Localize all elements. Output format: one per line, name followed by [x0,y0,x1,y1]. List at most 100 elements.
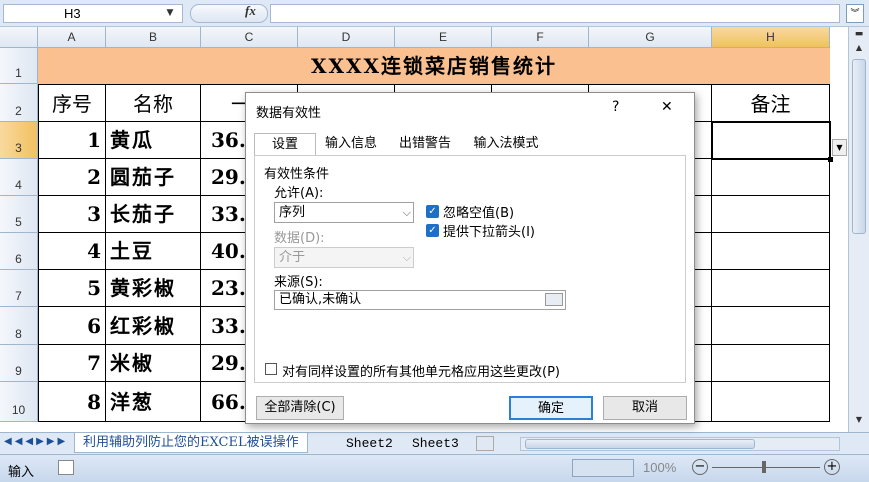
zoom-out-icon[interactable]: − [692,459,708,475]
zoom-slider[interactable] [712,467,820,468]
title-cell[interactable]: XXXX连锁菜店销售统计 [38,48,830,84]
tab-ime-mode[interactable]: 输入法模式 [464,133,548,155]
formula-input[interactable] [270,4,840,23]
fill-handle[interactable] [828,157,833,162]
zoom-in-icon[interactable]: + [824,459,840,475]
cell-seq[interactable]: 5 [38,270,106,307]
allow-label: 允许(A): [274,186,324,201]
cell[interactable] [712,233,830,270]
insert-sheet-icon[interactable] [476,436,494,451]
ignore-blank-checkbox[interactable]: ✓ [426,205,439,218]
chevron-down-icon[interactable]: ⌵ [403,203,411,222]
zoom-slider-thumb[interactable] [762,461,766,473]
cancel-button[interactable]: 取消 [603,396,687,420]
scroll-up-icon[interactable]: ▲ [851,43,867,57]
row-header-8[interactable]: 8 [0,307,38,345]
source-input[interactable]: 已确认,未确认 [274,290,566,310]
row-header-7[interactable]: 7 [0,270,38,307]
macro-record-icon[interactable] [58,460,74,475]
dropdown-checkbox[interactable]: ✓ [426,224,439,237]
row-header-6[interactable]: 6 [0,233,38,270]
horizontal-scroll-thumb[interactable] [525,439,755,449]
tab-settings[interactable]: 设置 [254,133,316,156]
apply-all-checkbox[interactable] [265,363,277,375]
close-icon[interactable]: ✕ [661,99,673,115]
source-input-value: 已确认,未确认 [279,292,362,307]
row-header-1[interactable]: 1 [0,48,38,84]
expand-formula-bar-button[interactable]: ︾ [846,4,864,23]
column-header-f[interactable]: F [492,27,589,48]
data-label: 数据(D): [274,231,325,246]
row-header-3[interactable]: 3 [0,122,38,159]
data-validation-dialog: 数据有效性 ? ✕ 设置 输入信息 出错警告 输入法模式 有效性条件 允许(A)… [245,92,695,424]
zoom-level[interactable]: 100% [643,460,676,475]
row-header-10[interactable]: 10 [0,382,38,422]
row-header-2[interactable]: 2 [0,84,38,122]
vertical-scroll-thumb[interactable] [852,59,866,234]
row-header-5[interactable]: 5 [0,196,38,233]
cell[interactable] [712,270,830,307]
help-button[interactable]: ? [612,99,619,115]
column-header-b[interactable]: B [106,27,201,48]
column-header-a[interactable]: A [38,27,106,48]
chevron-down-icon[interactable]: ⌵ [403,248,411,267]
cell-seq[interactable]: 8 [38,382,106,422]
cell-name[interactable]: 黄彩椒 [106,270,201,307]
sheet-tab-3[interactable]: Sheet3 [406,435,465,453]
header-notes[interactable]: 备注 [712,84,830,122]
sheet-nav-arrows-icon[interactable]: ◀◀◀▶▶▶ [4,436,74,452]
cell-seq[interactable]: 2 [38,159,106,196]
clear-all-button[interactable]: 全部清除(C) [256,396,344,420]
tab-error-alert[interactable]: 出错警告 [390,133,460,155]
name-box-dropdown-icon[interactable]: ▼ [163,4,177,23]
allow-select[interactable]: 序列 ⌵ [274,202,414,223]
cell-seq[interactable]: 4 [38,233,106,270]
view-buttons-icon[interactable] [572,459,634,477]
row-header-4[interactable]: 4 [0,159,38,196]
collapse-range-icon[interactable] [545,293,563,306]
row-header-9[interactable]: 9 [0,345,38,382]
sheet-tab-bar: ◀◀◀▶▶▶ 利用辅助列防止您的EXCEL被误操作 Sheet2 Sheet3 [0,432,869,454]
validation-dropdown-arrow-icon[interactable]: ▼ [832,139,847,156]
data-select[interactable]: 介于 ⌵ [274,247,414,268]
cell-seq[interactable]: 1 [38,122,106,159]
cell-name[interactable]: 洋葱 [106,382,201,422]
cell-name[interactable]: 红彩椒 [106,307,201,345]
criteria-label: 有效性条件 [264,167,330,182]
name-box[interactable]: H3 [3,4,183,23]
column-header-g[interactable]: G [589,27,712,48]
ok-button[interactable]: 确定 [509,396,593,420]
dialog-title: 数据有效性 [256,106,322,121]
header-seq[interactable]: 序号 [38,84,106,122]
cell-name[interactable]: 米椒 [106,345,201,382]
column-header-d[interactable]: D [298,27,395,48]
cell-seq[interactable]: 6 [38,307,106,345]
tab-input-message[interactable]: 输入信息 [316,133,386,155]
active-cell-h3[interactable] [711,121,831,160]
cell-name[interactable]: 长茄子 [106,196,201,233]
cell[interactable] [712,307,830,345]
cell[interactable] [712,159,830,196]
cell-name[interactable]: 土豆 [106,233,201,270]
cell[interactable] [712,196,830,233]
cell-seq[interactable]: 7 [38,345,106,382]
sheet-tab-active[interactable]: 利用辅助列防止您的EXCEL被误操作 [74,433,308,453]
insert-function-icon[interactable]: fx [245,3,256,19]
cell-name[interactable]: 黄瓜 [106,122,201,159]
vertical-scrollbar[interactable]: ▬ ▲ ▼ [848,27,869,432]
split-box-icon[interactable]: ▬ [851,29,867,43]
horizontal-scrollbar[interactable] [520,437,840,451]
header-name[interactable]: 名称 [106,84,201,122]
cell[interactable] [712,345,830,382]
select-all-corner[interactable] [0,27,38,48]
scroll-down-icon[interactable]: ▼ [851,415,867,429]
cell[interactable] [712,382,830,422]
formula-toolbar-pill [190,4,268,23]
column-header-h[interactable]: H [712,27,830,48]
column-header-c[interactable]: C [201,27,298,48]
formula-bar: H3 ▼ fx ︾ [0,0,869,27]
sheet-tab-2[interactable]: Sheet2 [340,435,399,453]
column-header-e[interactable]: E [395,27,492,48]
cell-name[interactable]: 圆茄子 [106,159,201,196]
cell-seq[interactable]: 3 [38,196,106,233]
